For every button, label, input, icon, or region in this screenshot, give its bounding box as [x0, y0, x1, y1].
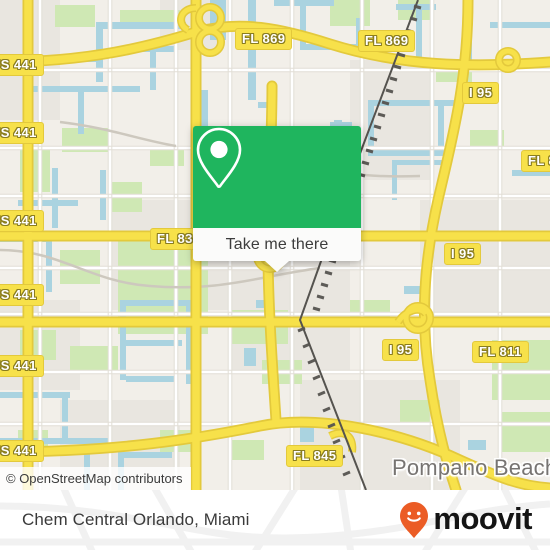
road-shield: US 441 — [0, 122, 44, 144]
road-shield: I 95 — [462, 82, 500, 104]
road-shield: I 95 — [382, 339, 420, 361]
map-pin-icon — [196, 127, 242, 189]
callout-action-label[interactable]: Take me there — [193, 228, 361, 261]
callout-tail — [265, 261, 289, 272]
footer-place-title: Chem Central Orlando, Miami — [22, 510, 250, 529]
road-shield: US 441 — [0, 355, 44, 377]
road-shield: US 441 — [0, 54, 44, 76]
road-shield: US 441 — [0, 284, 44, 306]
map-canvas[interactable]: US 441 US 441 US 441 US 441 US 441 US 441 FL 8… — [0, 0, 550, 490]
take-me-there-callout[interactable]: Take me there — [193, 126, 361, 272]
place-label: Pompano Beach — [392, 455, 550, 480]
road-shield: FL 845 — [286, 445, 344, 467]
moovit-pin-smile-icon — [400, 502, 429, 538]
moovit-map-screenshot: US 441 US 441 US 441 US 441 US 441 US 441 FL 8… — [0, 0, 550, 550]
map-attribution[interactable]: © OpenStreetMap contributors — [0, 467, 191, 490]
road-shield: I 95 — [444, 243, 482, 265]
road-shield: US 441 — [0, 210, 44, 232]
callout-header — [193, 126, 361, 228]
road-shield: FL 811 — [521, 150, 550, 172]
road-shield: FL 869 — [235, 28, 293, 50]
moovit-wordmark: moovit — [433, 501, 532, 536]
road-shield: US 441 — [0, 440, 44, 462]
footer-bar: Chem Central Orlando, Miami moovit — [0, 490, 550, 550]
road-shield: FL 869 — [358, 30, 416, 52]
road-shield: FL 811 — [472, 341, 529, 363]
moovit-logo[interactable]: moovit — [399, 490, 532, 550]
